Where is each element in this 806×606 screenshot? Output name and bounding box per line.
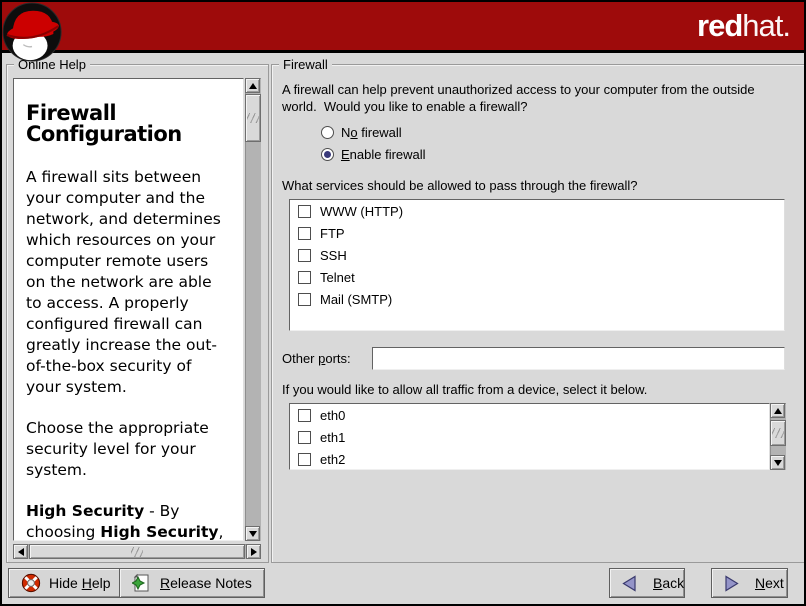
device-row[interactable]: eth0	[290, 404, 769, 426]
services-question: What services should be allowed to pass …	[282, 177, 638, 194]
help-horizontal-scrollbar[interactable]	[13, 544, 261, 559]
services-list: WWW (HTTP) FTP SSH Telnet	[289, 199, 785, 331]
scroll-left-button[interactable]	[13, 544, 28, 559]
radio-label: No firewall	[341, 125, 402, 140]
release-notes-icon	[132, 573, 152, 593]
help-vertical-scrollbar[interactable]	[245, 78, 261, 541]
service-row[interactable]: WWW (HTTP)	[290, 200, 784, 222]
release-notes-label: Release Notes	[160, 575, 252, 591]
back-label: Back	[653, 575, 684, 591]
device-row[interactable]: eth2	[290, 448, 769, 470]
checkbox-icon[interactable]	[298, 453, 311, 466]
down-arrow-icon	[774, 460, 782, 466]
header-bar: redhat.	[2, 2, 804, 53]
help-paragraph: High Security - By choosing High Securit…	[26, 501, 231, 541]
other-ports-input[interactable]	[372, 347, 785, 370]
help-title: Firewall Configuration	[26, 103, 231, 145]
checkbox-icon[interactable]	[298, 431, 311, 444]
back-button[interactable]: Back	[609, 568, 685, 598]
scroll-thumb[interactable]	[29, 544, 245, 559]
life-preserver-icon	[21, 573, 41, 593]
checkbox-icon[interactable]	[298, 249, 311, 262]
checkbox-icon[interactable]	[298, 293, 311, 306]
redhat-logotype: redhat.	[697, 8, 790, 44]
help-paragraph: A firewall sits between your computer an…	[26, 167, 231, 398]
service-label: Telnet	[320, 270, 355, 285]
service-row[interactable]: SSH	[290, 244, 784, 266]
firewall-intro-text: A firewall can help prevent unauthorized…	[282, 81, 768, 115]
left-arrow-icon	[18, 548, 24, 556]
scroll-up-button[interactable]	[245, 78, 260, 93]
service-row[interactable]: FTP	[290, 222, 784, 244]
service-label: SSH	[320, 248, 347, 263]
checkbox-icon[interactable]	[298, 409, 311, 422]
firewall-frame: Firewall A firewall can help prevent una…	[271, 64, 806, 563]
next-arrow-icon	[724, 575, 739, 592]
redhat-shadowman-icon	[2, 2, 64, 64]
service-label: FTP	[320, 226, 345, 241]
device-row[interactable]: eth1	[290, 426, 769, 448]
scroll-down-button[interactable]	[245, 526, 260, 541]
radio-enable-firewall[interactable]: Enable firewall	[321, 144, 426, 164]
next-button[interactable]: Next	[711, 568, 788, 598]
service-row[interactable]: Telnet	[290, 266, 784, 288]
devices-scrollbar[interactable]	[770, 403, 786, 470]
service-label: WWW (HTTP)	[320, 204, 403, 219]
down-arrow-icon	[249, 531, 257, 537]
device-label: eth0	[320, 408, 345, 423]
help-paragraph: Choose the appropriate security level fo…	[26, 418, 231, 481]
back-arrow-icon	[622, 575, 637, 592]
brand-bold: red	[697, 8, 742, 43]
up-arrow-icon	[774, 408, 782, 414]
other-ports-label: Other ports:	[282, 350, 351, 367]
scroll-thumb[interactable]	[770, 420, 786, 446]
scroll-down-button[interactable]	[770, 455, 785, 470]
radio-icon[interactable]	[321, 126, 334, 139]
devices-list: eth0 eth1 eth2	[289, 403, 770, 470]
hide-help-button[interactable]: Hide Help	[8, 568, 124, 598]
right-arrow-icon	[251, 548, 257, 556]
help-bold-term: High Security	[26, 502, 144, 520]
hide-help-label: Hide Help	[49, 575, 111, 591]
help-content: Firewall Configuration A firewall sits b…	[14, 79, 243, 541]
service-row[interactable]: Mail (SMTP)	[290, 288, 784, 310]
checkbox-icon[interactable]	[298, 205, 311, 218]
help-bold-term: High Security	[100, 523, 218, 541]
installer-window: redhat. Online Help Firewall Configurati…	[0, 0, 806, 606]
radio-label: Enable firewall	[341, 147, 426, 162]
scroll-up-button[interactable]	[770, 403, 785, 418]
online-help-frame: Online Help Firewall Configuration A fir…	[6, 64, 269, 563]
device-label: eth2	[320, 452, 345, 467]
brand-dot: .	[782, 8, 790, 43]
help-viewport: Firewall Configuration A firewall sits b…	[13, 78, 244, 541]
brand-light: hat	[742, 8, 782, 43]
checkbox-icon[interactable]	[298, 271, 311, 284]
scroll-thumb[interactable]	[245, 94, 261, 142]
device-hint-text: If you would like to allow all traffic f…	[282, 381, 647, 398]
firewall-frame-label: Firewall	[279, 57, 332, 72]
scroll-right-button[interactable]	[246, 544, 261, 559]
checkbox-icon[interactable]	[298, 227, 311, 240]
up-arrow-icon	[249, 83, 257, 89]
release-notes-button[interactable]: Release Notes	[119, 568, 265, 598]
devices-area: eth0 eth1 eth2	[289, 403, 786, 470]
service-label: Mail (SMTP)	[320, 292, 392, 307]
device-label: eth1	[320, 430, 345, 445]
radio-icon[interactable]	[321, 148, 334, 161]
radio-no-firewall[interactable]: No firewall	[321, 122, 402, 142]
next-label: Next	[755, 575, 784, 591]
